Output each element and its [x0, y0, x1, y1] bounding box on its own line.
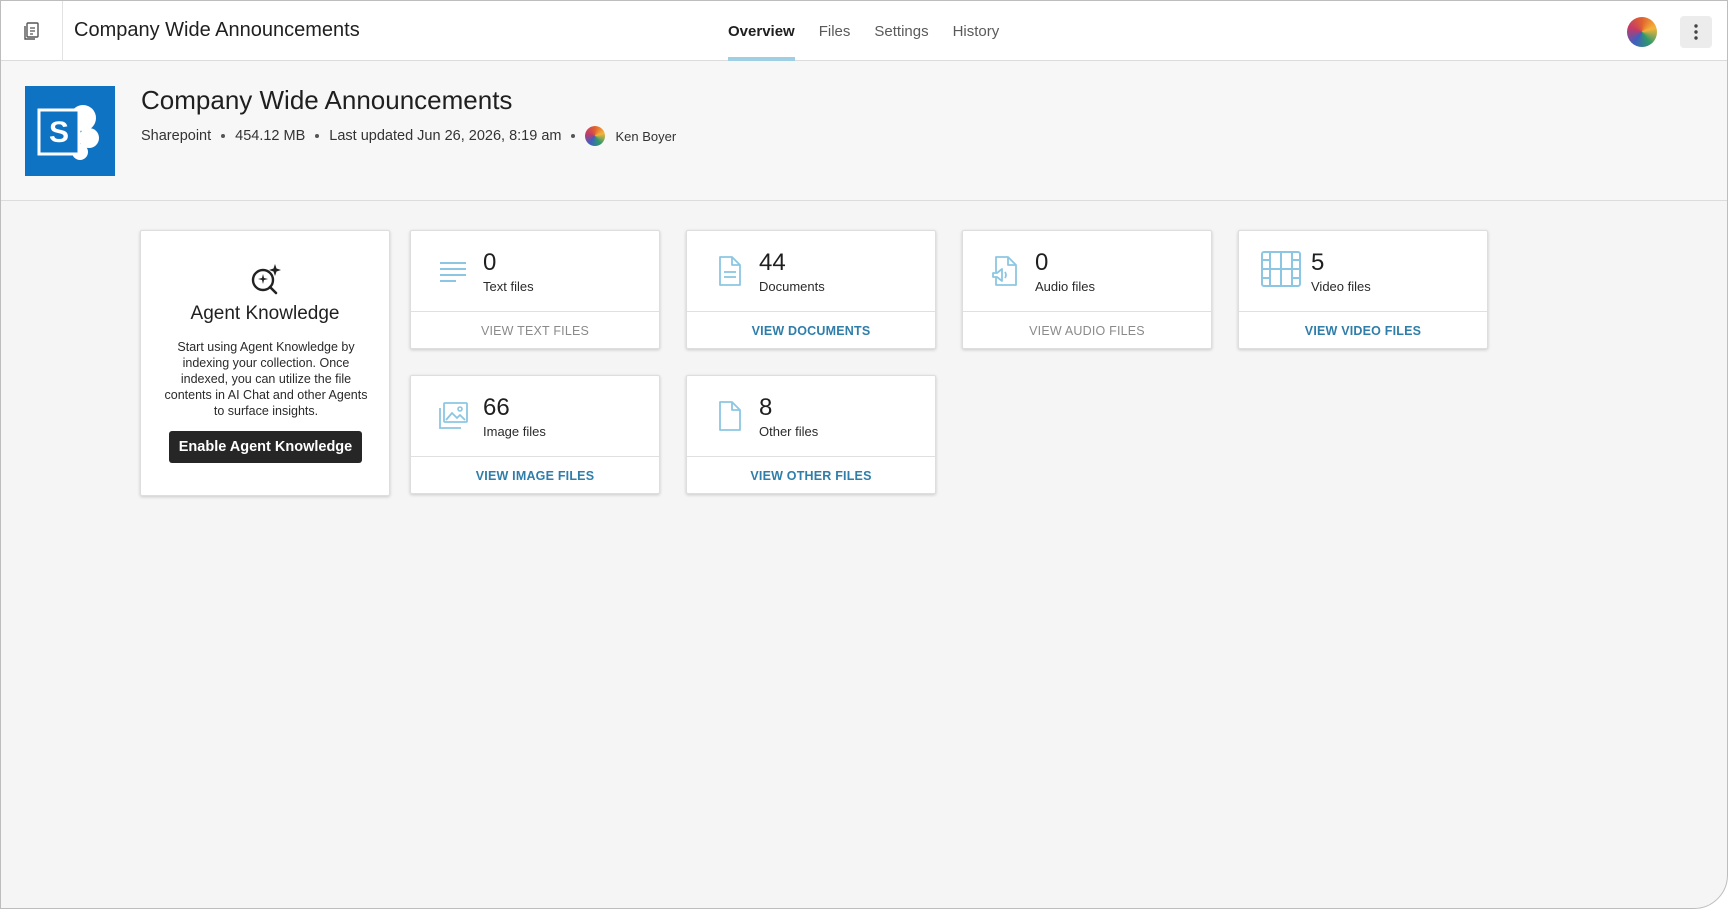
stat-count: 66 — [483, 394, 510, 421]
stat-count: 0 — [483, 249, 497, 276]
source-name: Sharepoint — [141, 128, 212, 144]
agent-knowledge-title: Agent Knowledge — [190, 303, 340, 324]
enable-agent-knowledge-button[interactable]: Enable Agent Knowledge — [169, 431, 362, 463]
tab-overview[interactable]: Overview — [716, 1, 807, 61]
document-file-icon — [713, 255, 745, 287]
tab-files[interactable]: Files — [807, 1, 863, 61]
text-files-card: 0 Text files VIEW TEXT FILES — [410, 230, 660, 349]
user-avatar[interactable] — [1627, 17, 1657, 47]
view-video-files-link[interactable]: VIEW VIDEO FILES — [1239, 311, 1487, 349]
stat-label: Documents — [759, 279, 825, 294]
view-audio-files-link[interactable]: VIEW AUDIO FILES — [963, 311, 1211, 349]
documents-card: 44 Documents VIEW DOCUMENTS — [686, 230, 936, 349]
separator-dot — [571, 134, 576, 138]
tab-settings[interactable]: Settings — [862, 1, 940, 61]
separator-dot — [221, 134, 226, 138]
collection-header: S Company Wide Announcements Sharepoint … — [1, 61, 1727, 201]
view-image-files-link[interactable]: VIEW IMAGE FILES — [411, 456, 659, 494]
document-icon[interactable] — [1, 1, 63, 61]
more-options-icon[interactable] — [1680, 16, 1712, 48]
other-files-card: 8 Other files VIEW OTHER FILES — [686, 375, 936, 494]
stat-label: Text files — [483, 279, 534, 294]
page-title: Company Wide Announcements — [141, 85, 513, 115]
agent-knowledge-description: Start using Agent Knowledge by indexing … — [164, 340, 368, 418]
tab-history[interactable]: History — [941, 1, 1012, 61]
text-lines-icon — [437, 255, 469, 287]
collection-size: 454.12 MB — [235, 128, 306, 144]
view-other-files-link[interactable]: VIEW OTHER FILES — [687, 456, 935, 494]
separator-dot — [315, 134, 320, 138]
agent-knowledge-card: Agent Knowledge Start using Agent Knowle… — [140, 230, 390, 496]
stat-count: 8 — [759, 394, 773, 421]
audio-files-card: 0 Audio files VIEW AUDIO FILES — [962, 230, 1212, 349]
tab-bar: Overview Files Settings History — [716, 1, 1011, 61]
film-strip-icon — [1261, 251, 1301, 287]
logo-letter: S — [49, 116, 69, 149]
stat-count: 0 — [1035, 249, 1049, 276]
owner-avatar — [585, 126, 606, 146]
app-title: Company Wide Announcements — [74, 19, 360, 41]
blank-file-icon — [713, 400, 745, 432]
stat-label: Video files — [1311, 279, 1371, 294]
app-window: Company Wide Announcements Overview File… — [0, 0, 1728, 909]
agent-search-sparkle-icon — [248, 261, 284, 302]
stat-count: 5 — [1311, 249, 1325, 276]
audio-file-icon — [989, 255, 1021, 287]
last-updated: Last updated Jun 26, 2026, 8:19 am — [329, 128, 562, 144]
stat-label: Image files — [483, 424, 546, 439]
owner-name: Ken Boyer — [615, 128, 677, 144]
image-files-card: 66 Image files VIEW IMAGE FILES — [410, 375, 660, 494]
top-bar: Company Wide Announcements Overview File… — [1, 1, 1727, 61]
sharepoint-logo-icon: S — [25, 86, 115, 176]
view-text-files-link[interactable]: VIEW TEXT FILES — [411, 311, 659, 349]
view-documents-link[interactable]: VIEW DOCUMENTS — [687, 311, 935, 349]
stat-label: Other files — [759, 424, 819, 439]
stat-count: 44 — [759, 249, 786, 276]
stat-label: Audio files — [1035, 279, 1095, 294]
collection-meta: Sharepoint 454.12 MB Last updated Jun 26… — [141, 126, 676, 146]
video-files-card: 5 Video files VIEW VIDEO FILES — [1238, 230, 1488, 349]
image-gallery-icon — [437, 400, 469, 432]
